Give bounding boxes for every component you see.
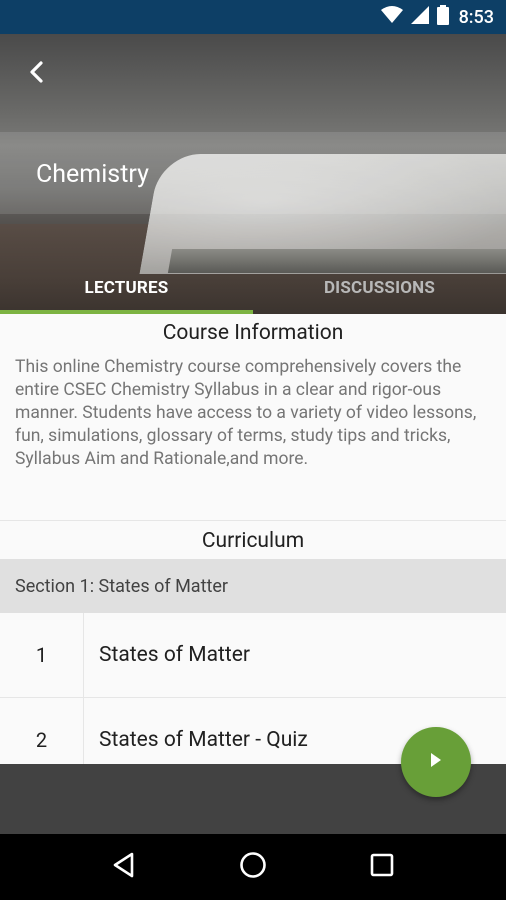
lesson-number: 1 xyxy=(0,613,84,697)
play-button[interactable] xyxy=(401,727,471,797)
nav-recents-button[interactable] xyxy=(362,847,402,887)
lesson-number: 2 xyxy=(0,698,84,764)
tab-bar: LECTURES DISCUSSIONS xyxy=(0,262,506,314)
wifi-icon xyxy=(380,6,403,28)
triangle-back-icon xyxy=(112,852,136,882)
lesson-title: States of Matter xyxy=(99,643,251,667)
status-time: 8:53 xyxy=(458,6,494,28)
square-recents-icon xyxy=(370,853,394,881)
signal-icon xyxy=(410,6,429,28)
course-description: This online Chemistry course comprehensi… xyxy=(15,357,477,469)
chevron-left-icon xyxy=(28,61,44,87)
course-header: Chemistry LECTURES DISCUSSIONS xyxy=(0,34,506,314)
lesson-row[interactable]: 1 States of Matter xyxy=(0,613,506,698)
status-bar: 8:53 xyxy=(0,0,506,34)
system-nav-bar xyxy=(0,834,506,900)
page-title: Chemistry xyxy=(36,160,149,189)
nav-back-button[interactable] xyxy=(104,847,144,887)
course-content[interactable]: Course Information This online Chemistry… xyxy=(0,314,506,764)
back-button[interactable] xyxy=(18,56,54,92)
section-header[interactable]: Section 1: States of Matter xyxy=(0,559,506,613)
tab-lectures[interactable]: LECTURES xyxy=(0,262,253,314)
tab-discussions[interactable]: DISCUSSIONS xyxy=(253,262,506,314)
battery-icon xyxy=(436,5,449,29)
curriculum-heading: Curriculum xyxy=(201,529,305,553)
circle-home-icon xyxy=(239,851,267,883)
course-info-heading: Course Information xyxy=(162,321,344,345)
play-icon xyxy=(429,752,443,772)
nav-home-button[interactable] xyxy=(233,847,273,887)
